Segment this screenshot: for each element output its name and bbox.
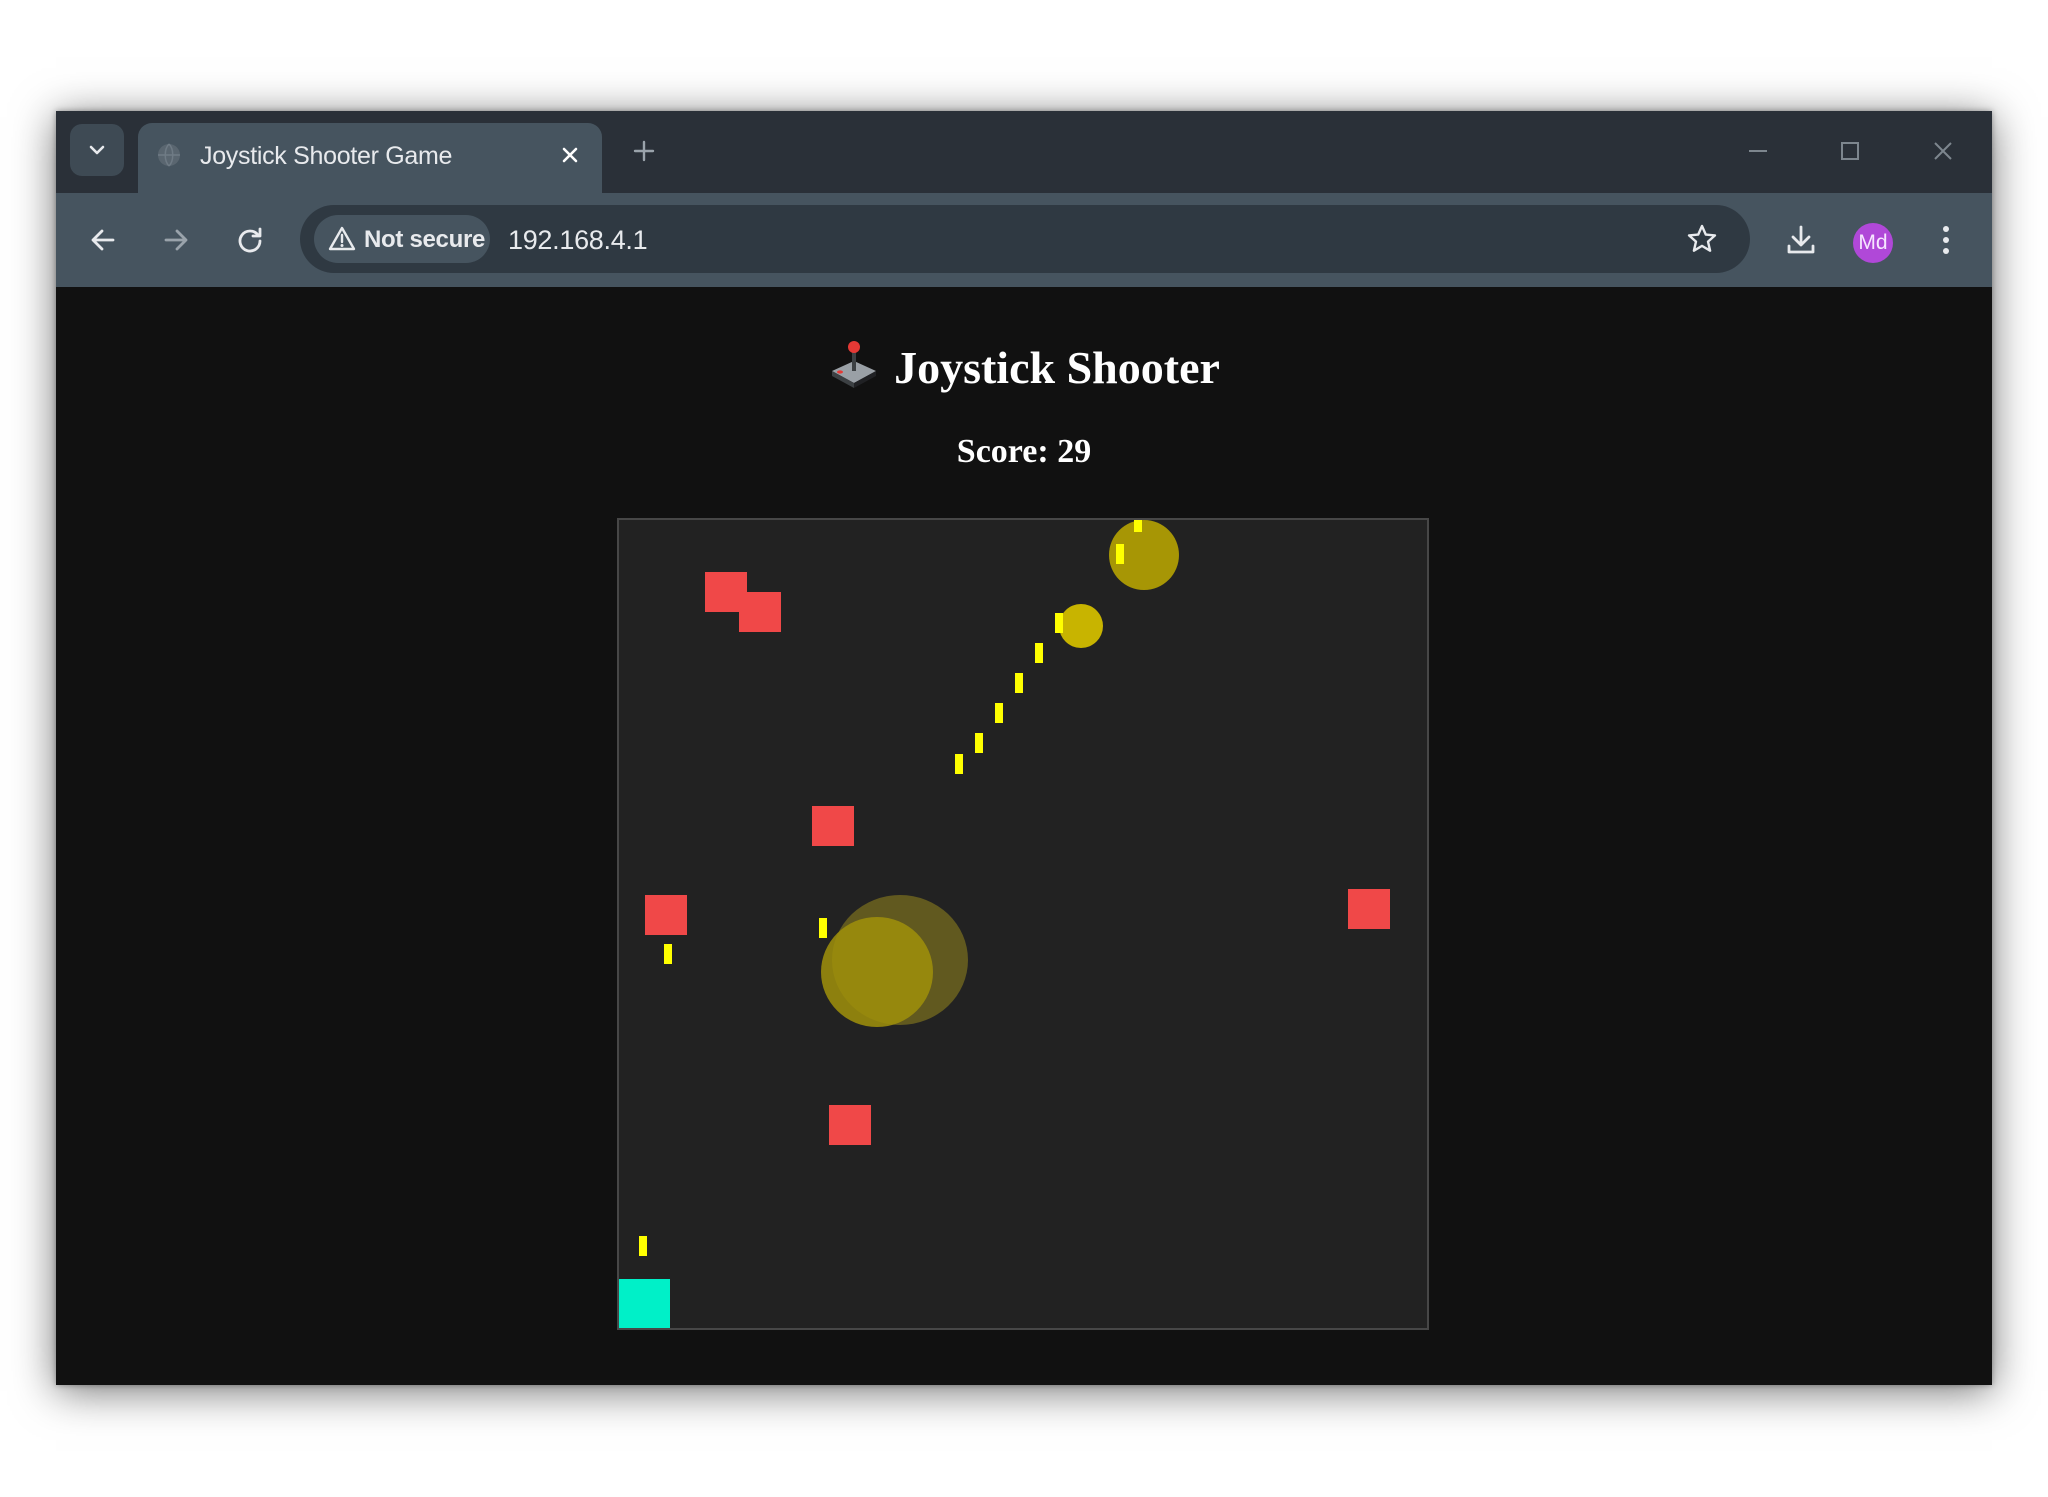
enemy-square bbox=[739, 592, 781, 632]
minimize-icon bbox=[1749, 150, 1767, 152]
score-display: Score: 29 bbox=[56, 433, 1992, 471]
bullet bbox=[1055, 613, 1063, 633]
bullet bbox=[1015, 673, 1023, 693]
address-bar[interactable]: Not secure 192.168.4.1 bbox=[300, 205, 1750, 273]
bullet bbox=[1116, 544, 1124, 564]
minimize-button[interactable] bbox=[1738, 131, 1778, 171]
bullet bbox=[1134, 520, 1142, 532]
close-icon bbox=[562, 147, 578, 163]
enemy-square bbox=[812, 806, 854, 846]
bullet bbox=[995, 703, 1003, 723]
bullet bbox=[664, 944, 672, 964]
arrow-left-icon bbox=[91, 229, 115, 251]
reload-icon bbox=[238, 227, 262, 253]
plus-icon bbox=[633, 140, 655, 162]
bullet bbox=[955, 754, 963, 774]
globe-icon bbox=[158, 143, 180, 167]
browser-window: Joystick Shooter Game Not secure 192.168… bbox=[56, 111, 1992, 1385]
score-label: Score: bbox=[956, 433, 1049, 470]
maximize-button[interactable] bbox=[1830, 131, 1870, 171]
warning-icon bbox=[328, 226, 356, 251]
active-tab[interactable]: Joystick Shooter Game bbox=[138, 123, 602, 193]
page-title: Joystick Shooter bbox=[56, 339, 1992, 394]
power-orb bbox=[1059, 604, 1103, 648]
enemy-square bbox=[1348, 889, 1390, 929]
downloads-button[interactable] bbox=[1777, 216, 1825, 264]
enemy-square bbox=[829, 1105, 871, 1145]
page-content: Joystick Shooter Score: 29 bbox=[56, 287, 1992, 1385]
chevron-down-icon bbox=[89, 145, 105, 155]
new-tab-button[interactable] bbox=[624, 131, 664, 171]
close-icon bbox=[1934, 142, 1952, 160]
joystick-icon bbox=[832, 341, 877, 388]
game-canvas[interactable] bbox=[617, 518, 1429, 1330]
back-button[interactable] bbox=[79, 216, 127, 264]
browser-toolbar: Not secure 192.168.4.1 Md bbox=[56, 193, 1992, 287]
url-text[interactable]: 192.168.4.1 bbox=[508, 225, 648, 256]
bullet bbox=[975, 733, 983, 753]
tab-close-button[interactable] bbox=[554, 139, 586, 171]
bookmark-button[interactable] bbox=[1678, 215, 1726, 263]
enemy-square bbox=[645, 895, 687, 935]
profile-avatar[interactable]: Md bbox=[1853, 223, 1893, 263]
download-icon bbox=[1787, 225, 1815, 254]
tab-strip: Joystick Shooter Game bbox=[56, 111, 1992, 193]
explosion-orb bbox=[821, 917, 933, 1027]
more-vertical-icon bbox=[1943, 226, 1949, 254]
tab-search-button[interactable] bbox=[70, 124, 124, 176]
star-icon bbox=[1687, 224, 1717, 252]
window-close-button[interactable] bbox=[1923, 131, 1963, 171]
page-title-text: Joystick Shooter bbox=[894, 342, 1220, 393]
tab-title: Joystick Shooter Game bbox=[200, 142, 453, 170]
score-value: 29 bbox=[1057, 433, 1092, 470]
security-status-label: Not secure bbox=[364, 226, 486, 253]
reload-button[interactable] bbox=[226, 216, 274, 264]
bullet bbox=[819, 918, 827, 938]
arrow-right-icon bbox=[164, 229, 188, 251]
menu-button[interactable] bbox=[1922, 216, 1970, 264]
bullet bbox=[639, 1236, 647, 1256]
forward-button[interactable] bbox=[152, 216, 200, 264]
maximize-icon bbox=[1841, 142, 1859, 160]
player-ship bbox=[619, 1279, 670, 1328]
bullet bbox=[1035, 643, 1043, 663]
site-info-button[interactable]: Not secure bbox=[314, 215, 490, 263]
